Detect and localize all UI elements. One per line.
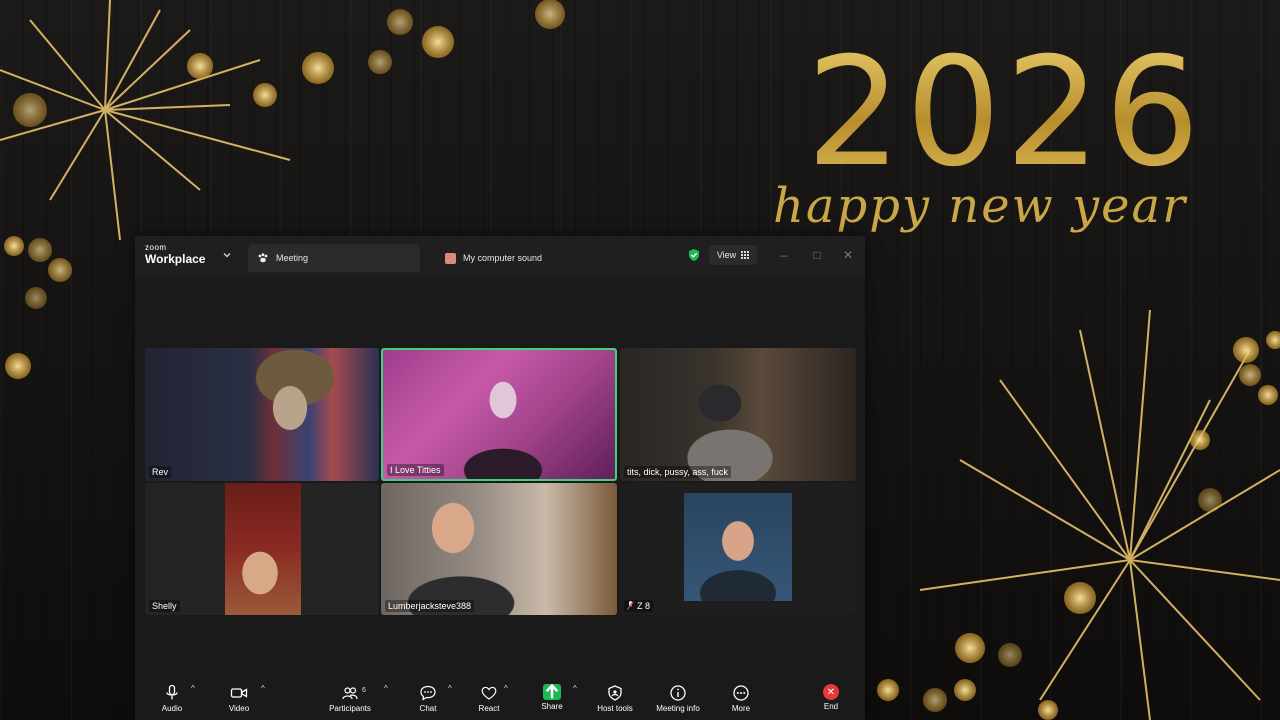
share-button[interactable]: Share [540,683,564,720]
firework-top-left [0,0,291,241]
participant-name: Lumberjacksteve388 [385,600,475,612]
video-camera-icon [230,688,248,698]
more-icon [733,685,749,701]
share-options-caret-icon[interactable]: ^ [573,684,583,696]
audio-button[interactable]: Audio [159,684,185,720]
app-brand[interactable]: zoom Workplace [145,243,206,266]
tab-label: My computer sound [463,253,543,263]
info-icon [670,685,686,701]
title-bar: zoom Workplace Meeting My computer sound… [135,236,865,276]
paw-icon [256,251,270,265]
participant-name: Shelly [149,600,180,612]
chat-label: Chat [419,704,437,713]
react-options-caret-icon[interactable]: ^ [504,684,514,696]
end-call-icon: ✕ [823,684,839,700]
video-tile[interactable]: Z 8 [620,483,856,615]
react-label: React [478,704,500,713]
participant-name: Z 8 [637,601,651,611]
maximize-icon[interactable]: □ [810,248,824,262]
tab-meeting[interactable]: Meeting [248,244,420,272]
greeting-text: happy new year [772,178,1188,234]
video-button[interactable]: Video [227,684,251,720]
sound-icon [444,252,456,264]
chat-icon [420,685,436,701]
chat-options-caret-icon[interactable]: ^ [448,684,458,696]
participants-options-caret-icon[interactable]: ^ [384,684,394,696]
zoom-window: zoom Workplace Meeting My computer sound… [135,236,865,720]
audio-label: Audio [161,704,183,713]
participants-count: 6 [362,687,366,694]
year-title: 2026 [770,38,1240,188]
mic-muted-icon [627,601,634,610]
grid-icon [741,251,750,259]
meeting-toolbar: Audio ^ Video ^ Participants 6 ^ Chat ^ … [135,680,865,720]
video-tile[interactable]: Shelly [145,483,379,615]
brand-big: Workplace [145,252,206,266]
participants-label: Participants [329,704,371,713]
share-icon [543,683,561,700]
firework-bottom-right [919,309,1280,720]
audio-options-caret-icon[interactable]: ^ [191,684,201,696]
chat-button[interactable]: Chat [417,684,439,720]
video-label: Video [228,704,250,713]
video-options-caret-icon[interactable]: ^ [261,684,271,696]
meeting-info-label: Meeting info [656,704,700,713]
more-button[interactable]: More [729,684,753,720]
chevron-down-icon[interactable] [222,250,232,260]
end-label: End [823,702,839,711]
brand-small: zoom [145,243,167,252]
react-button[interactable]: React [477,684,501,720]
video-tile[interactable]: Rev [145,348,379,481]
participant-name: tits, dick, pussy, ass, fuck [624,466,731,478]
participant-video [684,493,792,601]
share-label: Share [541,702,563,711]
video-tile[interactable]: Lumberjacksteve388 [381,483,617,615]
tab-label: Meeting [276,253,309,263]
minimize-icon[interactable]: – [777,248,791,262]
end-button[interactable]: ✕ End [819,684,843,720]
view-label: View [716,250,737,260]
participants-icon [342,687,358,700]
host-tools-label: Host tools [597,704,633,713]
video-tile-active-speaker[interactable]: I Love Titties [381,348,617,481]
shield-check-icon[interactable] [687,248,701,262]
view-button[interactable]: View [709,245,757,265]
more-label: More [731,704,751,713]
participant-name: I Love Titties [387,464,444,476]
host-tools-button[interactable]: Host tools [594,684,636,720]
microphone-icon [166,684,178,700]
participant-name: Rev [149,466,172,478]
meeting-info-button[interactable]: Meeting info [651,684,705,720]
participants-button[interactable]: Participants [325,684,375,720]
heart-icon [481,686,497,700]
close-icon[interactable]: ✕ [841,248,855,262]
participant-video [225,483,301,615]
tab-computer-sound[interactable]: My computer sound [435,244,575,272]
shield-icon [608,685,622,701]
video-tile[interactable]: tits, dick, pussy, ass, fuck [620,348,856,481]
participant-name-row: Z 8 [624,600,654,612]
